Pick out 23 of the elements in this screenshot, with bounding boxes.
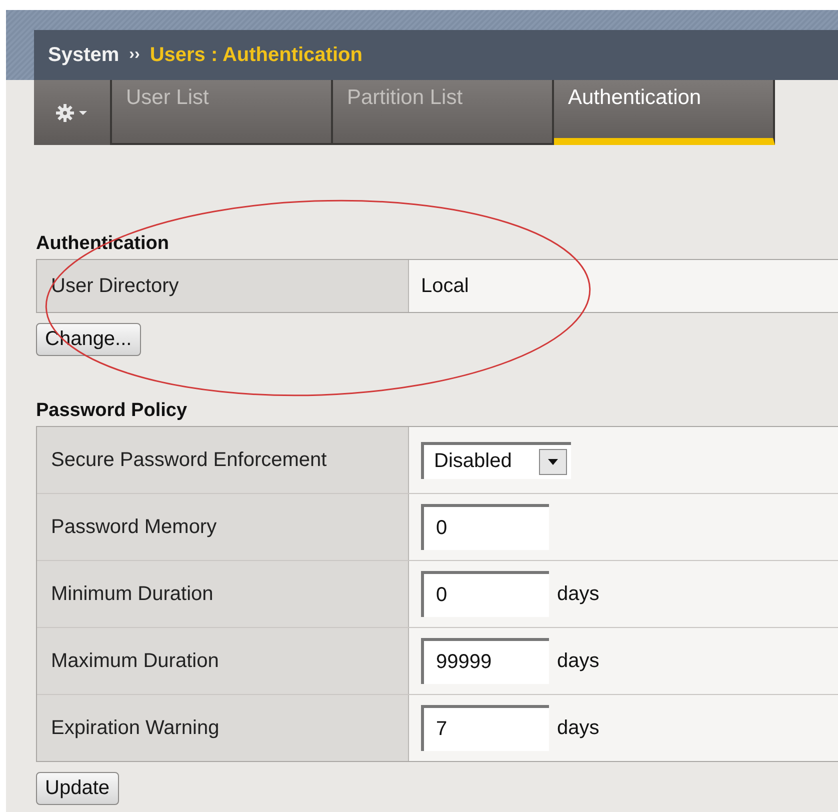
section-heading: Password Policy: [36, 400, 188, 422]
field-label: Minimum Duration: [37, 561, 409, 627]
breadcrumb-separator: ››: [129, 46, 140, 64]
gear-icon: [55, 102, 89, 122]
breadcrumb-root[interactable]: System: [48, 44, 120, 66]
settings-menu-button[interactable]: [34, 80, 112, 145]
field-value: Local: [421, 274, 469, 298]
field-label: Expiration Warning: [37, 695, 409, 761]
field-label: User Directory: [37, 260, 409, 312]
input-field[interactable]: 0: [421, 504, 549, 550]
dropdown[interactable]: Disabled: [421, 442, 571, 478]
input-field[interactable]: 99999: [421, 638, 549, 684]
input-field[interactable]: 0: [421, 571, 549, 617]
field-label: Password Memory: [37, 494, 409, 560]
field-label: Secure Password Enforcement: [37, 427, 409, 493]
input-field[interactable]: 7: [421, 705, 549, 751]
breadcrumb-current: Users : Authentication: [150, 44, 362, 66]
tab[interactable]: Authentication: [554, 80, 775, 145]
unit-label: days: [557, 650, 600, 672]
update-button[interactable]: Update: [36, 772, 118, 805]
unit-label: days: [557, 582, 600, 606]
unit-label: days: [557, 716, 600, 740]
field-label: Maximum Duration: [37, 628, 409, 694]
